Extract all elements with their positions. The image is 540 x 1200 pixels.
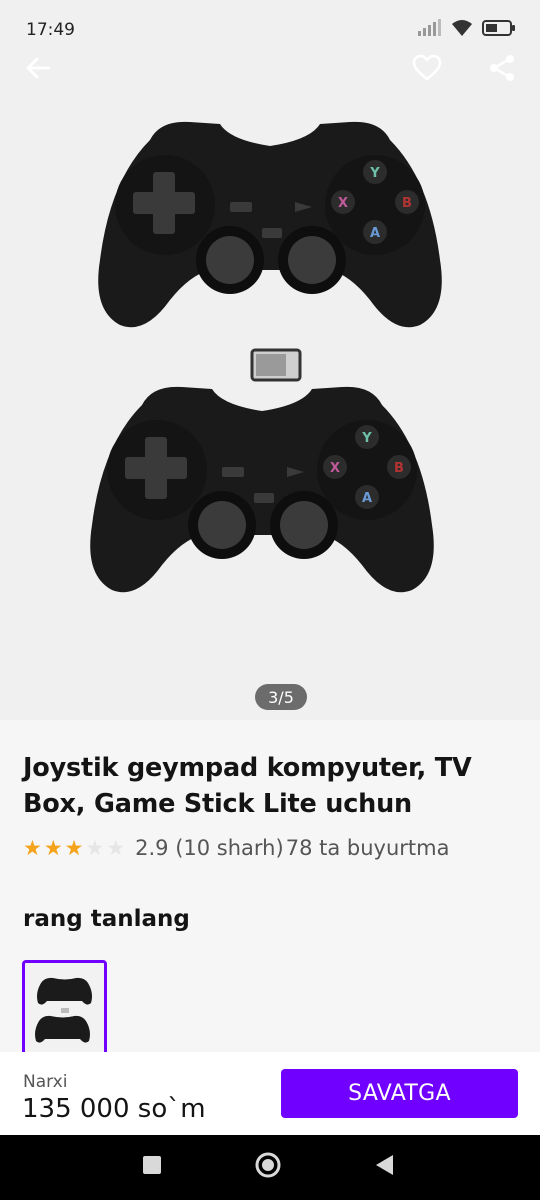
status-icons — [416, 18, 516, 42]
heart-icon — [412, 54, 442, 86]
product-details: Joystik geympad kompyuter, TV Box, Game … — [0, 720, 540, 1060]
product-gallery[interactable]: 17:49 3/5 — [0, 0, 540, 720]
home-button[interactable] — [248, 1149, 288, 1185]
battery-icon — [482, 19, 516, 41]
wifi-icon — [450, 18, 474, 42]
status-time: 17:49 — [26, 20, 75, 40]
star-icon: ★ — [106, 836, 126, 860]
system-back-button[interactable] — [364, 1149, 404, 1185]
product-image[interactable]: Y X B A — [80, 110, 460, 630]
arrow-left-icon — [25, 56, 51, 84]
star-icon: ★ — [23, 836, 42, 860]
purchase-bar: Narxi 135 000 so`m SAVATGA — [0, 1052, 540, 1135]
add-to-cart-button[interactable]: SAVATGA — [281, 1069, 518, 1118]
system-nav-bar — [0, 1135, 540, 1200]
rating-row[interactable]: ★ ★ ★ ★ ★ 2.9 (10 sharh) 78 ta buyurtma — [23, 836, 449, 860]
star-icon: ★ — [64, 836, 84, 860]
top-actions — [0, 48, 540, 96]
triangle-back-icon — [373, 1153, 395, 1181]
square-icon — [142, 1155, 162, 1179]
back-button[interactable] — [16, 48, 60, 92]
rating-stars: ★ ★ ★ ★ ★ — [23, 837, 125, 859]
star-icon: ★ — [85, 836, 105, 860]
price-value: 135 000 so`m — [22, 1094, 206, 1124]
share-button[interactable] — [480, 48, 524, 92]
rating-text: 2.9 (10 sharh) — [135, 836, 284, 860]
orders-count: 78 ta buyurtma — [285, 836, 450, 860]
star-icon: ★ — [43, 836, 63, 860]
signal-icon — [416, 19, 442, 41]
share-icon — [488, 54, 516, 86]
product-title: Joystik geympad kompyuter, TV Box, Game … — [23, 753, 472, 819]
recents-button[interactable] — [132, 1149, 172, 1185]
image-counter: 3/5 — [255, 684, 307, 710]
color-select-label: rang tanlang — [23, 906, 190, 932]
color-option[interactable] — [22, 960, 107, 1060]
favorite-button[interactable] — [405, 48, 449, 92]
price-label: Narxi — [23, 1072, 68, 1092]
circle-icon — [254, 1151, 282, 1183]
